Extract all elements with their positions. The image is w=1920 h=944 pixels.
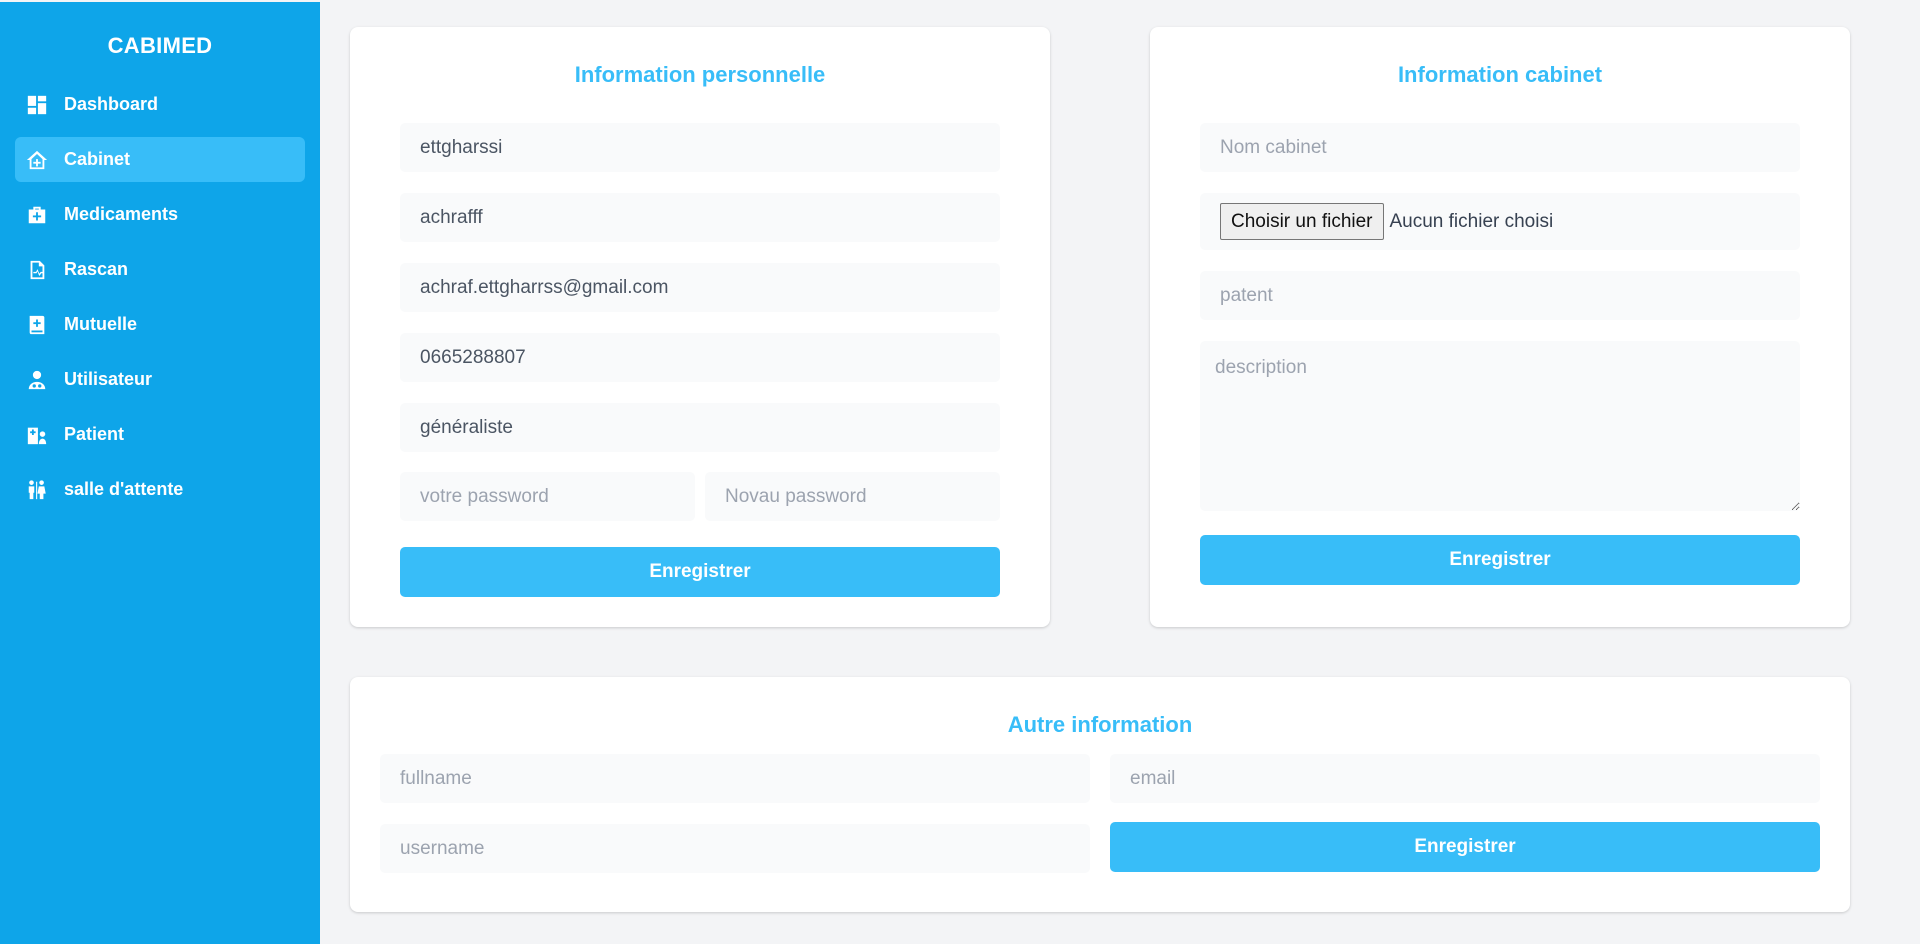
sidebar-item-label: salle d'attente [64,479,184,499]
sidebar-item-mutuelle[interactable]: Mutuelle [15,302,305,347]
patent-field[interactable] [1200,271,1800,320]
sidebar-item-medicaments[interactable]: Medicaments [15,192,305,237]
password-field[interactable] [400,472,695,521]
sidebar-item-cabinet[interactable]: Cabinet [15,137,305,182]
medical-file-icon [25,258,49,282]
file-status-text: Aucun fichier choisi [1389,210,1554,232]
personal-info-title: Information personnelle [574,62,826,87]
sidebar-item-label: Cabinet [64,149,131,169]
sidebar-item-patient[interactable]: Patient [15,412,305,457]
sidebar-nav: Dashboard Cabinet Medicaments Rascan Mut… [0,82,320,512]
other-email-field[interactable] [1110,754,1820,803]
lastname-field[interactable] [400,123,1000,172]
choose-file-button[interactable]: Choisir un fichier [1220,203,1384,240]
home-plus-icon [25,148,49,172]
new-password-field[interactable] [705,472,1000,521]
brand-logo: CABIMED [107,33,213,58]
save-personal-button[interactable]: Enregistrer [400,547,1000,597]
sidebar: CABIMED Dashboard Cabinet Medicaments Ra… [0,2,320,944]
hospital-user-icon [25,423,49,447]
file-upload-field: Choisir un fichier Aucun fichier choisi [1200,193,1800,250]
other-info-card: Autre information Enregistrer [350,677,1850,912]
cabinet-info-title: Information cabinet [1397,62,1603,87]
username-field[interactable] [380,824,1090,873]
medical-kit-icon [25,203,49,227]
cabinet-info-card: Information cabinet Choisir un fichier A… [1150,27,1850,627]
description-field[interactable] [1200,341,1800,511]
sidebar-item-label: Patient [64,424,125,444]
people-icon [25,478,49,502]
medical-book-icon [25,313,49,337]
doctor-icon [25,368,49,392]
email-field[interactable] [400,263,1000,312]
sidebar-item-utilisateur[interactable]: Utilisateur [15,357,305,402]
sidebar-item-rascan[interactable]: Rascan [15,247,305,292]
sidebar-item-label: Dashboard [64,94,159,114]
sidebar-item-label: Mutuelle [64,314,138,334]
dashboard-icon [25,93,49,117]
phone-field[interactable] [400,333,1000,382]
speciality-field[interactable] [400,403,1000,452]
save-cabinet-button[interactable]: Enregistrer [1200,535,1800,585]
sidebar-item-dashboard[interactable]: Dashboard [15,82,305,127]
firstname-field[interactable] [400,193,1000,242]
sidebar-item-salle-attente[interactable]: salle d'attente [15,467,305,512]
sidebar-item-label: Rascan [64,259,129,279]
personal-info-card: Information personnelle Enregistrer [350,27,1050,627]
other-info-title: Autre information [1007,712,1193,737]
cabinet-name-field[interactable] [1200,123,1800,172]
sidebar-item-label: Utilisateur [64,369,153,389]
sidebar-item-label: Medicaments [64,204,179,224]
save-other-button[interactable]: Enregistrer [1110,822,1820,872]
fullname-field[interactable] [380,754,1090,803]
